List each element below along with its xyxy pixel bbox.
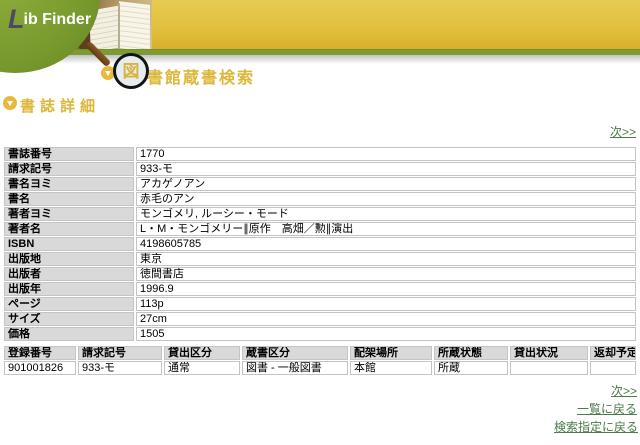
table-row: 書名ヨミアカゲノアン xyxy=(4,177,636,191)
back-to-search-link[interactable]: 検索指定に戻る xyxy=(554,418,638,435)
cell-registration-no: 901001826 xyxy=(4,361,76,375)
field-value: 1770 xyxy=(136,147,636,161)
logo-letter-l: L xyxy=(8,4,23,34)
column-header: 貸出状況 xyxy=(510,346,588,360)
cell-call-number: 933-モ xyxy=(78,361,162,375)
cell-loan-status xyxy=(510,361,588,375)
table-row: 出版者徳間書店 xyxy=(4,267,636,281)
cell-holding-status: 所蔵 xyxy=(434,361,508,375)
table-row: ページ113p xyxy=(4,297,636,311)
holdings-table: 登録番号 請求記号 貸出区分 蔵書区分 配架場所 所蔵状態 貸出状況 返却予定 … xyxy=(2,345,638,376)
next-link-bottom[interactable]: 次>> xyxy=(611,382,637,399)
logo-wordmark: ib Finder xyxy=(24,11,92,28)
magnifier-handle xyxy=(85,41,111,67)
column-header: 貸出区分 xyxy=(164,346,240,360)
cell-loan-type: 通常 xyxy=(164,361,240,375)
magnifier-kanji: 図 xyxy=(123,63,140,80)
field-label: 出版年 xyxy=(4,282,134,296)
down-arrow-icon xyxy=(3,96,17,110)
field-value: 赤毛のアン xyxy=(136,192,636,206)
field-value: 27cm xyxy=(136,312,636,326)
table-row: 著者名L・M・モンゴメリー∥原作 高畑／勲∥演出 xyxy=(4,222,636,236)
field-value: 4198605785 xyxy=(136,237,636,251)
down-arrow-glyph xyxy=(7,101,13,106)
table-row: 請求記号933-モ xyxy=(4,162,636,176)
header-row: 登録番号 請求記号 貸出区分 蔵書区分 配架場所 所蔵状態 貸出状況 返却予定 xyxy=(4,346,636,360)
column-header: 請求記号 xyxy=(78,346,162,360)
field-value: 徳間書店 xyxy=(136,267,636,281)
cell-location: 本館 xyxy=(350,361,432,375)
table-row: 著者ヨミモンゴメリ, ルーシー・モード xyxy=(4,207,636,221)
next-link-top[interactable]: 次>> xyxy=(610,123,636,140)
back-to-list-link[interactable]: 一覧に戻る xyxy=(577,400,637,417)
table-row: 価格1505 xyxy=(4,327,636,341)
table-row: 書名赤毛のアン xyxy=(4,192,636,206)
field-label: 出版者 xyxy=(4,267,134,281)
field-label: サイズ xyxy=(4,312,134,326)
page: Lib Finder 図 書館蔵書検索 書誌詳細 次>> 書誌番号1770 請求… xyxy=(0,0,640,445)
field-label: ページ xyxy=(4,297,134,311)
field-label: ISBN xyxy=(4,237,134,251)
table-row: サイズ27cm xyxy=(4,312,636,326)
field-label: 価格 xyxy=(4,327,134,341)
field-value: アカゲノアン xyxy=(136,177,636,191)
table-row: 出版地東京 xyxy=(4,252,636,266)
field-value: L・M・モンゴメリー∥原作 高畑／勲∥演出 xyxy=(136,222,636,236)
site-title: 書館蔵書検索 xyxy=(147,64,255,88)
field-value: 東京 xyxy=(136,252,636,266)
column-header: 所蔵状態 xyxy=(434,346,508,360)
column-header: 配架場所 xyxy=(350,346,432,360)
field-value: 933-モ xyxy=(136,162,636,176)
field-label: 著者ヨミ xyxy=(4,207,134,221)
page-title: 書誌詳細 xyxy=(20,95,100,116)
field-value: 1505 xyxy=(136,327,636,341)
field-value: 113p xyxy=(136,297,636,311)
magnifier-lens: 図 xyxy=(113,53,149,89)
table-row: 901001826 933-モ 通常 図書 - 一般図書 本館 所蔵 xyxy=(4,361,636,375)
table-row: ISBN4198605785 xyxy=(4,237,636,251)
field-label: 書名ヨミ xyxy=(4,177,134,191)
field-value: 1996.9 xyxy=(136,282,636,296)
bib-detail-table: 書誌番号1770 請求記号933-モ 書名ヨミアカゲノアン 書名赤毛のアン 著者… xyxy=(2,146,638,342)
field-label: 出版地 xyxy=(4,252,134,266)
magnifier-search-icon: 図 xyxy=(86,38,148,90)
cell-return-due xyxy=(590,361,636,375)
table-row: 書誌番号1770 xyxy=(4,147,636,161)
column-header: 登録番号 xyxy=(4,346,76,360)
field-label: 書誌番号 xyxy=(4,147,134,161)
field-label: 書名 xyxy=(4,192,134,206)
table-row: 出版年1996.9 xyxy=(4,282,636,296)
cell-collection-type: 図書 - 一般図書 xyxy=(242,361,348,375)
field-label: 著者名 xyxy=(4,222,134,236)
field-label: 請求記号 xyxy=(4,162,134,176)
field-value: モンゴメリ, ルーシー・モード xyxy=(136,207,636,221)
libfinder-logo[interactable]: Lib Finder xyxy=(8,4,91,35)
column-header: 蔵書区分 xyxy=(242,346,348,360)
column-header: 返却予定 xyxy=(590,346,636,360)
